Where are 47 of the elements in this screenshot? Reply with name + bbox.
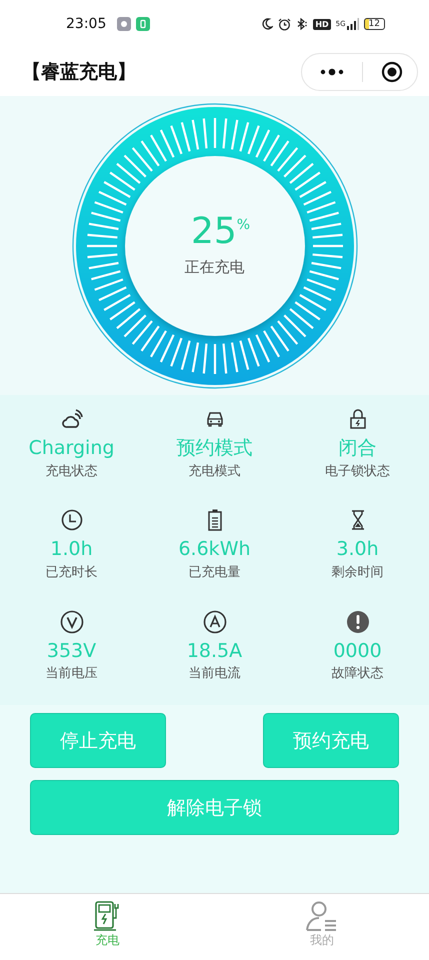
close-icon[interactable]: [381, 61, 403, 83]
nav-tab[interactable]: 充电: [0, 894, 214, 960]
lock-icon: [348, 407, 366, 431]
stat-label: 充电模式: [188, 462, 240, 480]
nav-tab[interactable]: 我的: [214, 894, 429, 960]
stat-value: 3.0h: [336, 538, 379, 562]
charge-percent: 25: [190, 214, 237, 250]
user-list-icon: [304, 900, 339, 932]
stat-label: 电子锁状态: [325, 462, 390, 480]
stop-charging-button[interactable]: 停止充电: [30, 713, 166, 768]
stat-value: 18.5A: [186, 640, 242, 662]
stat-value: 闭合: [338, 437, 376, 460]
clock-icon: [60, 508, 82, 532]
stat-value: 0000: [333, 640, 382, 662]
stat-label: 故障状态: [332, 665, 384, 682]
hd-badge: HD: [313, 18, 331, 30]
status-time: 23:05: [66, 16, 106, 32]
ampere-icon: [202, 610, 226, 634]
stat-value: Charging: [28, 437, 114, 460]
stat-value: 预约模式: [176, 437, 252, 460]
stat-label: 已充电量: [188, 564, 240, 582]
cloud-signal-icon: [60, 407, 82, 431]
hourglass-icon: [350, 508, 364, 532]
stat-label: 充电状态: [46, 462, 98, 480]
charging-status: 正在充电: [184, 258, 244, 277]
signal-icon: [346, 18, 359, 30]
stat-label: 当前电流: [188, 665, 240, 682]
battery-icon: [206, 508, 222, 532]
stat-label: 剩余时间: [332, 564, 384, 582]
stat-value: 353V: [46, 640, 96, 662]
alert-icon: [346, 610, 370, 634]
stat-value: 1.0h: [50, 538, 93, 562]
volt-icon: [60, 610, 84, 634]
unlock-button[interactable]: 解除电子锁: [30, 780, 399, 835]
app-title: 【睿蓝充电】: [22, 60, 136, 85]
stat-label: 当前电压: [46, 665, 98, 682]
stat-label: 已充时长: [46, 564, 98, 582]
schedule-charging-button[interactable]: 预约充电: [263, 713, 399, 768]
bluetooth-icon: [296, 18, 308, 30]
stat-value: 6.6kWh: [178, 538, 251, 562]
alarm-icon: [278, 18, 292, 30]
more-icon[interactable]: [320, 68, 344, 76]
charging-station-icon: [93, 900, 122, 932]
battery-indicator: 12: [364, 18, 385, 30]
percent-unit: %: [236, 217, 250, 233]
battery-app-icon: [136, 17, 150, 31]
moon-icon: [262, 18, 274, 30]
